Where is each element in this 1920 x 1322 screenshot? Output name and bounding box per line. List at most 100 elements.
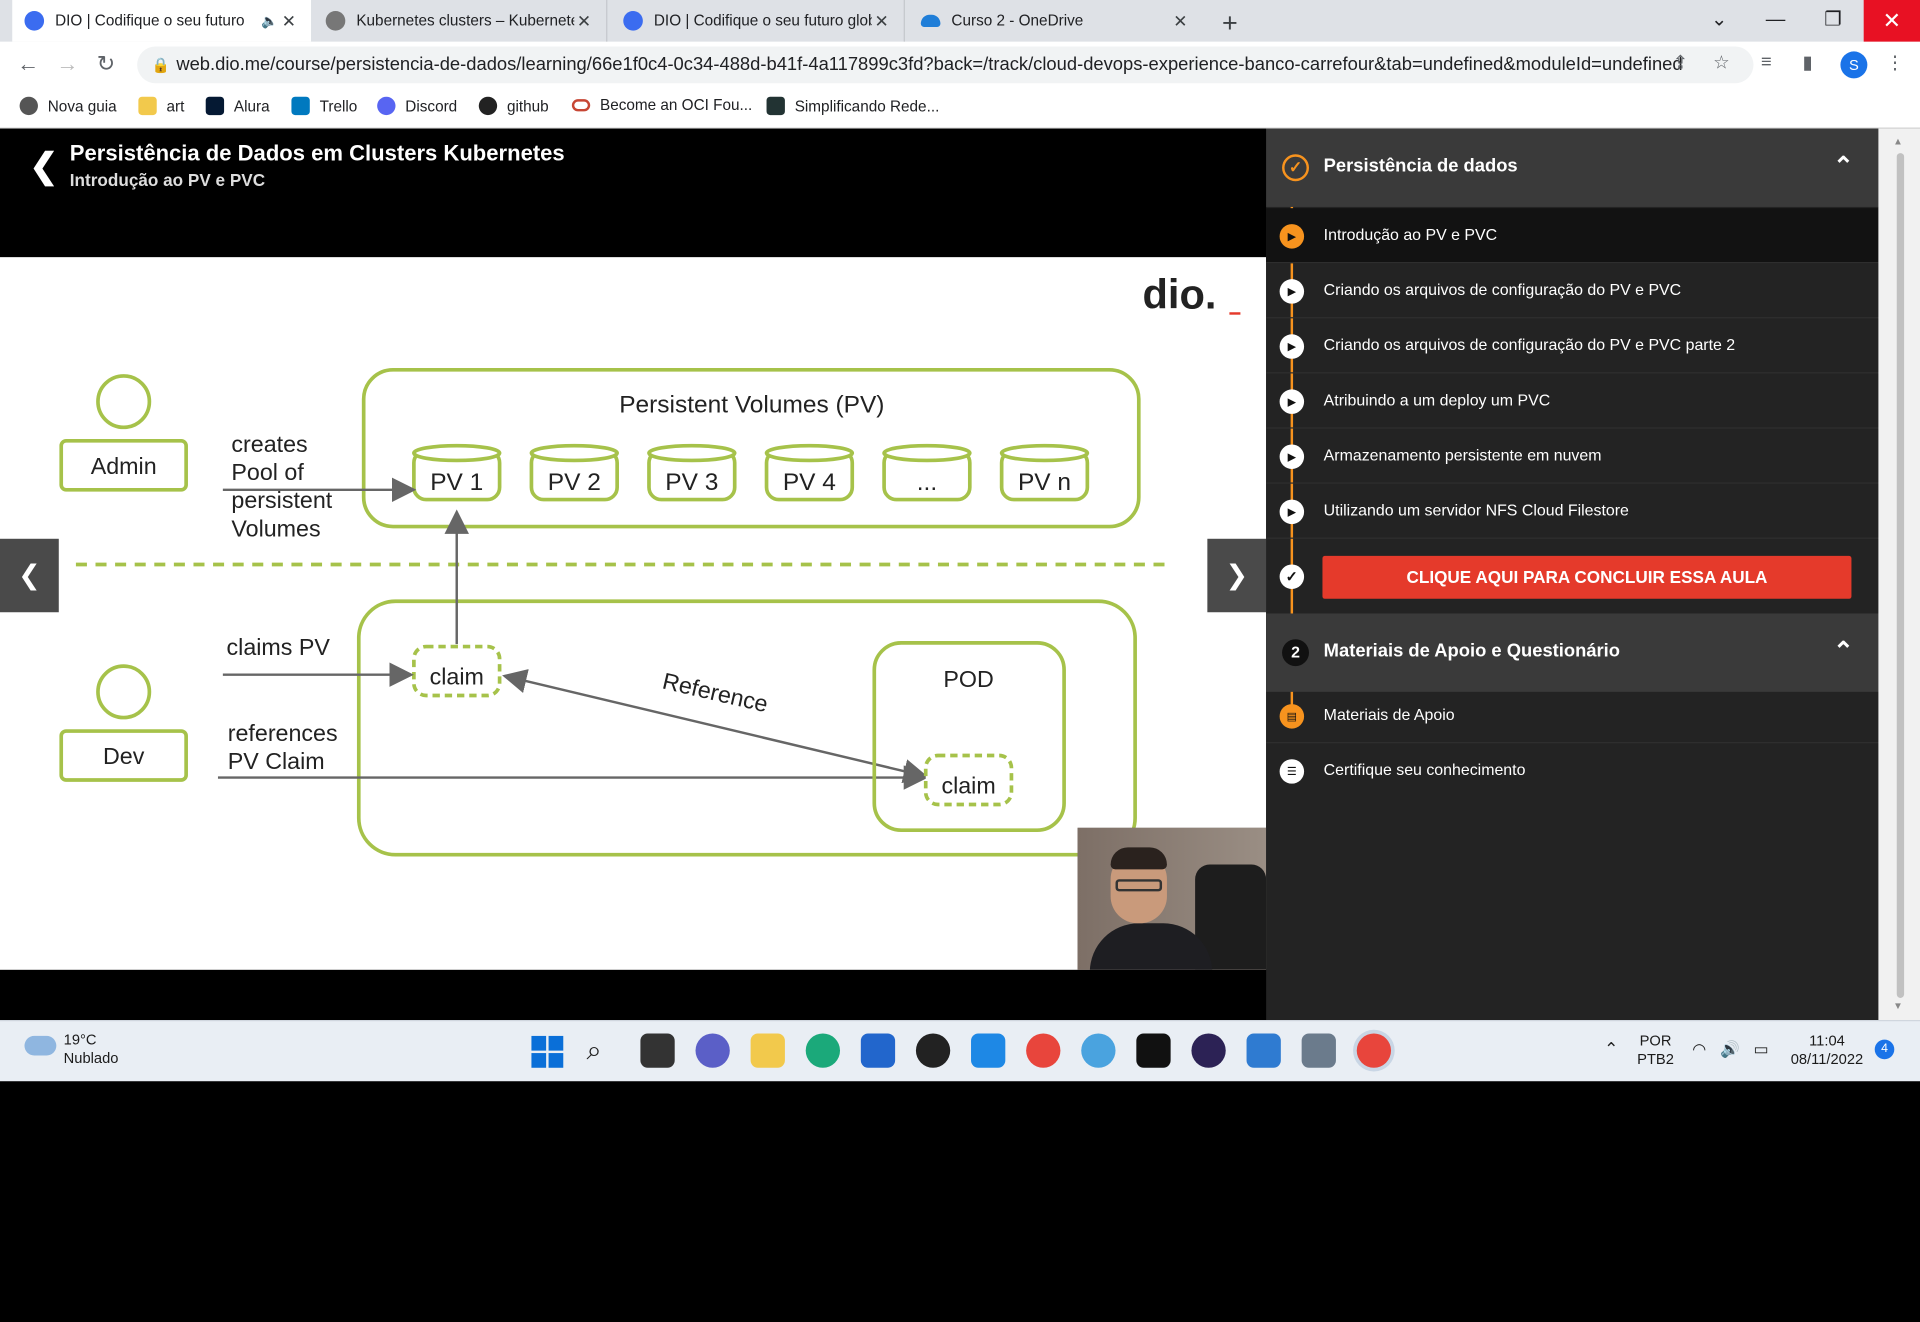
cloud-icon xyxy=(24,1035,57,1056)
bookmark-nova-guia[interactable]: Nova guia xyxy=(19,96,117,116)
video-player[interactable]: dio. Persistent Volumes (PV) PV 1 PV 2 P… xyxy=(0,206,1267,1021)
file-explorer-icon[interactable] xyxy=(750,1033,785,1068)
vscode-icon[interactable] xyxy=(971,1033,1006,1068)
app-icon[interactable] xyxy=(1081,1033,1116,1068)
lesson-item-4[interactable]: ▶ Atribuindo a um deploy um PVC xyxy=(1266,373,1879,429)
share-icon[interactable]: ⇪ xyxy=(1673,51,1688,74)
quiz-item[interactable]: ☰ Certifique seu conhecimento xyxy=(1266,743,1878,798)
chrome-icon[interactable] xyxy=(1026,1033,1061,1068)
bookmark-github[interactable]: github xyxy=(478,96,549,116)
chat-icon[interactable] xyxy=(695,1033,730,1068)
github-icon xyxy=(478,96,498,116)
dio-logo: dio. xyxy=(1142,271,1216,318)
scroll-down-icon[interactable]: ▼ xyxy=(1893,1000,1903,1011)
svg-text:creates: creates xyxy=(231,431,307,457)
close-window-button[interactable]: ✕ xyxy=(1863,0,1920,42)
play-icon: ▶ xyxy=(1279,499,1305,525)
lesson-item-5[interactable]: ▶ Armazenamento persistente em nuvem xyxy=(1266,429,1879,484)
lesson-item-6[interactable]: ▶ Utilizando um servidor NFS Cloud Filest… xyxy=(1266,484,1879,539)
search-icon[interactable]: ⌕ xyxy=(587,1033,621,1067)
close-tab-icon[interactable]: ✕ xyxy=(279,10,299,31)
chevron-up-icon[interactable]: ⌃ xyxy=(1833,636,1854,667)
previous-slide-button[interactable]: ❮ xyxy=(0,538,59,613)
discord-icon xyxy=(377,96,396,116)
tab-title: DIO | Codifique o seu futuro xyxy=(55,12,245,30)
admin-head-icon xyxy=(96,374,152,430)
close-tab-icon[interactable]: ✕ xyxy=(1171,10,1191,31)
pv-n: PV n xyxy=(999,443,1090,502)
tab-search-icon[interactable]: ⌄ xyxy=(1695,5,1744,37)
screen: DIO | Codifique o seu futuro 🔈 ✕ Kuberne… xyxy=(0,0,1920,1322)
folder-icon xyxy=(138,96,157,116)
side-panel-icon[interactable]: ▮ xyxy=(1802,51,1812,74)
lesson-item-1[interactable]: ▶ Introdução ao PV e PVC xyxy=(1266,208,1879,264)
reading-list-icon[interactable]: ≡ xyxy=(1761,51,1772,72)
volume-icon[interactable]: 🔊 xyxy=(1720,1040,1740,1060)
store-icon[interactable] xyxy=(860,1033,896,1068)
speaker-icon[interactable]: 🔈 xyxy=(260,13,280,29)
edge-icon[interactable] xyxy=(805,1033,841,1068)
section-persistencia-header[interactable]: ✓ Persistência de dados ⌃ xyxy=(1266,128,1879,207)
check-circle-icon: ✓ xyxy=(1282,154,1309,182)
reload-icon[interactable]: ↻ xyxy=(97,51,115,77)
tab-dio-active[interactable]: DIO | Codifique o seu futuro 🔈 ✕ xyxy=(12,0,312,42)
menu-icon[interactable]: ⋮ xyxy=(1886,51,1904,74)
bookmark-alura[interactable]: Alura xyxy=(205,96,270,116)
tab-kubernetes[interactable]: Kubernetes clusters – Kubernetes ✕ xyxy=(313,0,608,42)
notepad-icon[interactable] xyxy=(1246,1033,1281,1068)
scroll-thumb[interactable] xyxy=(1896,153,1905,998)
references-text: references xyxy=(228,720,338,746)
battery-icon[interactable]: ▭ xyxy=(1753,1040,1768,1060)
lesson-item-2[interactable]: ▶ Criando os arquivos de configuração do … xyxy=(1266,263,1879,319)
close-tab-icon[interactable]: ✕ xyxy=(872,10,892,31)
bookmark-art[interactable]: art xyxy=(138,96,184,116)
eclipse-icon[interactable] xyxy=(1191,1033,1226,1068)
materials-item[interactable]: ▤ Materiais de Apoio xyxy=(1266,688,1879,744)
browser-toolbar: ← → ↻ 🔒 web.dio.me/course/persistencia-d… xyxy=(0,42,1920,89)
section-materiais-header[interactable]: 2 Materiais de Apoio e Questionário ⌃ xyxy=(1266,613,1879,692)
calculator-icon[interactable] xyxy=(1301,1033,1336,1068)
task-view-icon[interactable] xyxy=(640,1033,675,1068)
clock[interactable]: 11:04 08/11/2022 xyxy=(1788,1032,1866,1069)
address-bar[interactable]: 🔒 web.dio.me/course/persistencia-de-dado… xyxy=(137,46,1754,84)
close-tab-icon[interactable]: ✕ xyxy=(574,10,594,31)
back-arrow-icon[interactable]: ← xyxy=(17,51,39,77)
tab-onedrive[interactable]: Curso 2 - OneDrive ✕ xyxy=(909,0,1203,42)
bookmark-star-icon[interactable]: ☆ xyxy=(1713,51,1729,74)
lesson-label: Criando os arquivos de configuração do P… xyxy=(1323,280,1682,299)
bookmark-simplificando[interactable]: Simplificando Rede... xyxy=(766,96,939,116)
minimize-button[interactable]: — xyxy=(1751,5,1800,37)
weather-widget[interactable]: 19°C Nublado xyxy=(64,1031,119,1068)
url-text: web.dio.me/course/persistencia-de-dados/… xyxy=(176,53,1683,75)
section-number-badge: 2 xyxy=(1282,639,1309,667)
lesson-label: Atribuindo a um deploy um PVC xyxy=(1323,390,1551,409)
bookmark-trello[interactable]: Trello xyxy=(291,96,357,116)
forward-arrow-icon[interactable]: → xyxy=(56,51,78,77)
course-title: Persistência de Dados em Clusters Kubern… xyxy=(69,140,565,166)
profile-avatar[interactable]: S xyxy=(1840,51,1868,79)
finish-lesson-button[interactable]: CLIQUE AQUI PARA CONCLUIR ESSA AULA xyxy=(1322,555,1852,599)
back-chevron-icon[interactable]: ❮ xyxy=(29,146,58,186)
onedrive-favicon-icon xyxy=(920,14,941,27)
tab-dio-2[interactable]: DIO | Codifique o seu futuro glob ✕ xyxy=(611,0,905,42)
lesson-label: Introdução ao PV e PVC xyxy=(1323,225,1498,244)
next-slide-button[interactable]: ❯ xyxy=(1207,538,1267,613)
tab-title: DIO | Codifique o seu futuro glob xyxy=(653,12,872,30)
scroll-up-icon[interactable]: ▲ xyxy=(1893,136,1903,147)
lesson-item-3[interactable]: ▶ Criando os arquivos de configuração do … xyxy=(1266,318,1879,374)
chrome-active-icon[interactable] xyxy=(1356,1033,1392,1068)
start-button[interactable] xyxy=(531,1035,564,1068)
notification-badge[interactable]: 4 xyxy=(1874,1039,1895,1060)
bookmark-oci[interactable]: Become an OCI Fou... xyxy=(571,97,752,114)
new-tab-button[interactable]: + xyxy=(1222,7,1238,39)
intellij-icon[interactable] xyxy=(1136,1033,1171,1068)
pod-label: POD xyxy=(943,666,993,692)
page-scrollbar[interactable]: ▲ ▼ xyxy=(1878,128,1920,1021)
maximize-button[interactable]: ❐ xyxy=(1809,5,1858,37)
chevron-up-icon[interactable]: ⌃ xyxy=(1833,151,1854,182)
chevron-up-tray-icon[interactable]: ⌃ xyxy=(1604,1038,1618,1059)
dell-icon[interactable] xyxy=(915,1033,951,1068)
bookmark-discord[interactable]: Discord xyxy=(377,96,457,116)
wifi-icon[interactable]: ◠ xyxy=(1692,1040,1706,1060)
language-indicator[interactable]: POR PTB2 xyxy=(1633,1032,1677,1069)
